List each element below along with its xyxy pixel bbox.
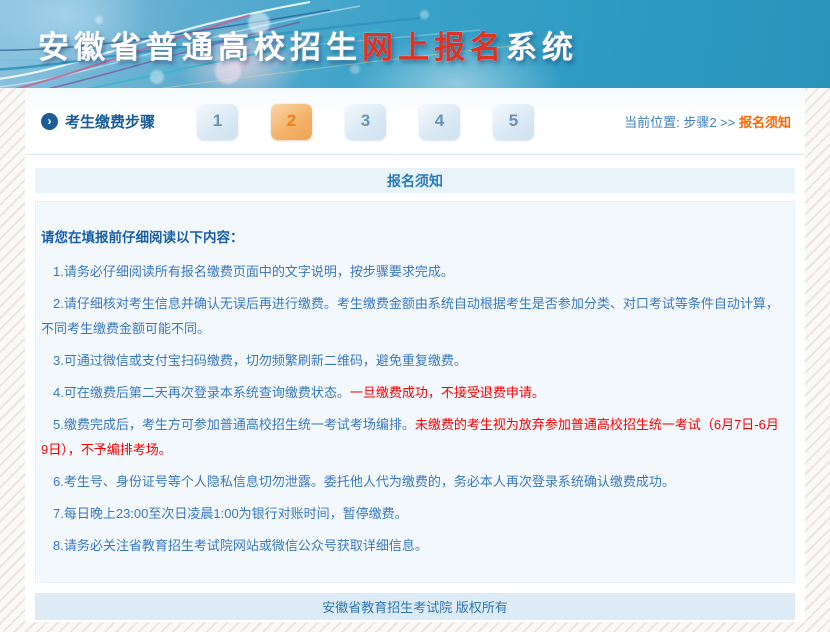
arrow-bullet-icon: › — [41, 113, 58, 130]
step-5[interactable]: 5 — [493, 103, 534, 140]
notice-item-text: 4.可在缴费后第二天再次登录本系统查询缴费状态。 — [53, 385, 350, 400]
notice-item-text: 3.可通过微信或支付宝扫码缴费，切勿频繁刷新二维码，避免重复缴费。 — [53, 353, 467, 368]
steps-label: › 考生缴费步骤 — [41, 111, 155, 132]
main-content: › 考生缴费步骤 1 2 3 4 5 当前位置: 步骤2 >> 报名须知 报名须… — [25, 88, 805, 622]
copyright-text: 安徽省教育招生考试院 版权所有 — [322, 597, 508, 616]
notice-item-text: 2.请仔细核对考生信息并确认无误后再进行缴费。考生缴费金额由系统自动根据考生是否… — [41, 296, 779, 336]
notice-item-text: 6.考生号、身份证号等个人隐私信息切勿泄露。委托他人代为缴费的，务必本人再次登录… — [53, 474, 675, 489]
header-banner: 安徽省普通高校招生网上报名系统 — [0, 0, 830, 88]
notice-item-8: 8.请务必关注省教育招生考试院网站或微信公众号获取详细信息。 — [41, 533, 786, 558]
title-part1: 安徽省普通高校招生 — [38, 30, 362, 65]
notice-box: 请您在填报前仔细阅读以下内容： 1.请务必仔细阅读所有报名缴费页面中的文字说明，… — [35, 201, 795, 583]
step-boxes: 1 2 3 4 5 — [197, 103, 534, 140]
step-4[interactable]: 4 — [419, 103, 460, 140]
notice-title: 报名须知 — [387, 171, 443, 191]
agreement-label[interactable]: 我已了解以上注意事项，并承诺遵守各项报名考试规定。 — [121, 580, 459, 583]
notice-item-4: 4.可在缴费后第二天再次登录本系统查询缴费状态。一旦缴费成功，不接受退费申请。 — [41, 380, 786, 405]
agreement-row: 我已了解以上注意事项，并承诺遵守各项报名考试规定。 — [99, 580, 786, 583]
step-1[interactable]: 1 — [197, 103, 238, 140]
notice-title-bar: 报名须知 — [35, 168, 795, 193]
notice-item-6: 6.考生号、身份证号等个人隐私信息切勿泄露。委托他人代为缴费的，务必本人再次登录… — [41, 469, 786, 494]
notice-item-7: 7.每日晚上23:00至次日凌晨1:00为银行对账时间，暂停缴费。 — [41, 501, 786, 526]
notice-item-red-text: 一旦缴费成功，不接受退费申请。 — [350, 385, 545, 400]
steps-row: › 考生缴费步骤 1 2 3 4 5 当前位置: 步骤2 >> 报名须知 — [25, 88, 805, 155]
page-title: 安徽省普通高校招生网上报名系统 — [38, 22, 578, 67]
breadcrumb-current: 报名须知 — [739, 115, 791, 130]
title-part2: 系统 — [506, 30, 578, 65]
title-highlight: 网上报名 — [362, 30, 506, 65]
breadcrumb: 当前位置: 步骤2 >> 报名须知 — [624, 112, 791, 131]
step-3[interactable]: 3 — [345, 103, 386, 140]
notice-item-text: 1.请务必仔细阅读所有报名缴费页面中的文字说明，按步骤要求完成。 — [53, 264, 454, 279]
notice-item-3: 3.可通过微信或支付宝扫码缴费，切勿频繁刷新二维码，避免重复缴费。 — [41, 348, 786, 373]
footer-bar: 安徽省教育招生考试院 版权所有 — [35, 593, 795, 620]
bokeh-circle — [150, 70, 164, 84]
notice-item-text: 5.缴费完成后，考生方可参加普通高校招生统一考试考场编排。 — [53, 417, 415, 432]
notice-item-5: 5.缴费完成后，考生方可参加普通高校招生统一考试考场编排。未缴费的考生视为放弃参… — [41, 412, 786, 462]
steps-label-text: 考生缴费步骤 — [65, 111, 155, 132]
page: 安徽省普通高校招生网上报名系统 › 考生缴费步骤 1 2 3 4 5 当前位置:… — [0, 0, 830, 632]
breadcrumb-prefix: 当前位置: 步骤2 >> — [624, 115, 735, 130]
step-2[interactable]: 2 — [271, 103, 312, 140]
notice-item-text: 8.请务必关注省教育招生考试院网站或微信公众号获取详细信息。 — [53, 538, 428, 553]
notice-intro: 请您在填报前仔细阅读以下内容： — [41, 226, 786, 246]
notice-item-2: 2.请仔细核对考生信息并确认无误后再进行缴费。考生缴费金额由系统自动根据考生是否… — [41, 291, 786, 341]
notice-item-1: 1.请务必仔细阅读所有报名缴费页面中的文字说明，按步骤要求完成。 — [41, 259, 786, 284]
notice-item-text: 7.每日晚上23:00至次日凌晨1:00为银行对账时间，暂停缴费。 — [53, 506, 408, 521]
bokeh-circle — [420, 10, 429, 19]
